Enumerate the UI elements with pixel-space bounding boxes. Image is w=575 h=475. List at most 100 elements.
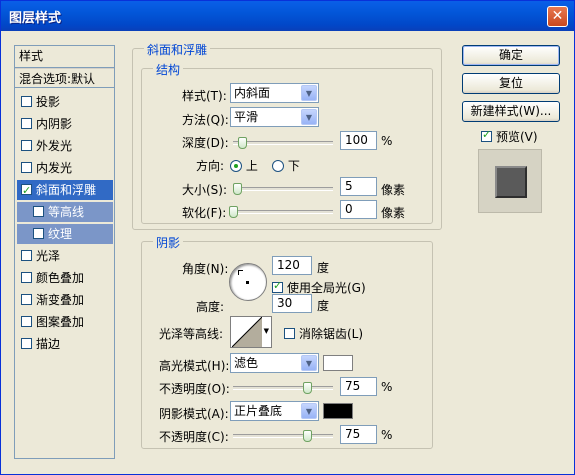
- style-item-bevel-emboss[interactable]: 斜面和浮雕: [17, 180, 113, 201]
- style-item-label: 外发光: [36, 139, 73, 153]
- checkbox[interactable]: [21, 294, 32, 305]
- crosshair-icon: [238, 270, 243, 275]
- slider-thumb[interactable]: [238, 137, 247, 149]
- style-item-label: 内阴影: [36, 117, 73, 131]
- checkbox[interactable]: [284, 328, 295, 339]
- soften-label: 软化(F):: [182, 206, 227, 220]
- size-slider[interactable]: [233, 183, 333, 195]
- checkbox[interactable]: [21, 96, 32, 107]
- blending-options-item[interactable]: 混合选项:默认: [15, 68, 114, 88]
- title-bar[interactable]: 图层样式 ✕: [1, 1, 574, 31]
- style-item-label: 内发光: [36, 161, 73, 175]
- checkbox[interactable]: [272, 279, 283, 293]
- angle-input[interactable]: 120: [272, 256, 312, 275]
- checkbox-label: 预览(V): [496, 130, 538, 144]
- ok-button[interactable]: 确定: [462, 45, 560, 66]
- chevron-down-icon[interactable]: ▼: [264, 327, 269, 335]
- checkbox-label: 消除锯齿(L): [299, 327, 364, 341]
- direction-up-radio[interactable]: 上: [230, 157, 258, 174]
- reset-button[interactable]: 复位: [462, 73, 560, 94]
- anti-aliased-checkbox[interactable]: 消除锯齿(L): [284, 325, 363, 342]
- chevron-down-icon[interactable]: ▼: [301, 85, 317, 101]
- slider-thumb[interactable]: [229, 206, 238, 218]
- style-item-satin[interactable]: 光泽: [17, 246, 113, 266]
- checkbox[interactable]: [21, 181, 32, 201]
- style-item-outer-glow[interactable]: 外发光: [17, 136, 113, 156]
- highlight-opacity-slider[interactable]: [233, 382, 333, 394]
- depth-slider[interactable]: [233, 137, 333, 149]
- checkbox[interactable]: [21, 140, 32, 151]
- close-button[interactable]: ✕: [547, 6, 568, 27]
- style-list-header[interactable]: 样式: [15, 46, 114, 68]
- radio-dot[interactable]: [230, 160, 242, 172]
- select-value: 平滑: [234, 110, 259, 124]
- depth-unit: %: [381, 134, 393, 148]
- style-item-label: 渐变叠加: [36, 293, 85, 307]
- shadow-opacity-slider[interactable]: [233, 430, 333, 442]
- style-item-label: 纹理: [48, 227, 73, 241]
- altitude-input[interactable]: 30: [272, 294, 312, 313]
- style-item-gradient-overlay[interactable]: 渐变叠加: [17, 290, 113, 310]
- slider-thumb[interactable]: [233, 183, 242, 195]
- angle-unit: 度: [317, 261, 330, 275]
- shadow-mode-select[interactable]: 正片叠底 ▼: [230, 401, 319, 421]
- style-item-label: 等高线: [48, 205, 85, 219]
- bevel-group-title: 斜面和浮雕: [144, 41, 211, 58]
- soften-slider[interactable]: [229, 206, 333, 218]
- checkbox[interactable]: [33, 206, 44, 217]
- chevron-down-icon[interactable]: ▼: [301, 403, 317, 419]
- checkbox[interactable]: [21, 118, 32, 129]
- shadow-color-swatch[interactable]: [323, 403, 353, 419]
- gloss-contour-label: 光泽等高线:: [159, 327, 224, 341]
- highlight-mode-select[interactable]: 滤色 ▼: [230, 353, 319, 373]
- checkbox[interactable]: [481, 128, 492, 142]
- checkbox[interactable]: [21, 272, 32, 283]
- style-item-contour[interactable]: 等高线: [17, 202, 113, 222]
- shadow-opacity-unit: %: [381, 428, 393, 442]
- style-item-pattern-overlay[interactable]: 图案叠加: [17, 312, 113, 332]
- style-item-stroke[interactable]: 描边: [17, 334, 113, 354]
- size-unit: 像素: [381, 183, 406, 197]
- style-item-label: 投影: [36, 95, 61, 109]
- checkbox[interactable]: [21, 338, 32, 349]
- technique-select[interactable]: 平滑 ▼: [230, 107, 319, 127]
- contour-preview-icon: [232, 317, 262, 347]
- bevel-style-select[interactable]: 内斜面 ▼: [230, 83, 319, 103]
- radio-label: 上: [245, 159, 258, 173]
- style-item-label: 光泽: [36, 249, 61, 263]
- radio-dot[interactable]: [272, 160, 284, 172]
- style-item-drop-shadow[interactable]: 投影: [17, 92, 113, 112]
- slider-thumb[interactable]: [303, 382, 312, 394]
- chevron-down-icon[interactable]: ▼: [301, 109, 317, 125]
- direction-label: 方向:: [196, 159, 225, 173]
- style-item-inner-shadow[interactable]: 内阴影: [17, 114, 113, 134]
- chevron-down-icon[interactable]: ▼: [301, 355, 317, 371]
- method-label: 方法(Q):: [182, 113, 229, 127]
- altitude-label: 高度:: [196, 300, 225, 314]
- preview-checkbox[interactable]: 预览(V): [481, 128, 538, 145]
- slider-thumb[interactable]: [303, 430, 312, 442]
- gloss-contour-picker[interactable]: ▼: [230, 316, 272, 348]
- style-item-texture[interactable]: 纹理: [17, 224, 113, 244]
- checkbox[interactable]: [21, 162, 32, 173]
- depth-input[interactable]: 100: [340, 131, 377, 150]
- style-label: 样式(T):: [182, 89, 227, 103]
- soften-input[interactable]: 0: [340, 200, 377, 219]
- checkbox[interactable]: [33, 228, 44, 239]
- new-style-button[interactable]: 新建样式(W)...: [462, 101, 560, 122]
- style-item-inner-glow[interactable]: 内发光: [17, 158, 113, 178]
- size-input[interactable]: 5: [340, 177, 377, 196]
- window-title: 图层样式: [9, 11, 62, 26]
- highlight-color-swatch[interactable]: [323, 355, 353, 371]
- direction-down-radio[interactable]: 下: [272, 157, 300, 174]
- select-value: 滤色: [234, 356, 259, 370]
- checkbox[interactable]: [21, 316, 32, 327]
- depth-label: 深度(D):: [182, 136, 229, 150]
- checkbox[interactable]: [21, 250, 32, 261]
- highlight-opacity-input[interactable]: 75: [340, 377, 377, 396]
- angle-dial[interactable]: [229, 263, 267, 301]
- style-item-color-overlay[interactable]: 颜色叠加: [17, 268, 113, 288]
- checkbox-label: 使用全局光(G): [287, 281, 366, 295]
- shadow-opacity-input[interactable]: 75: [340, 425, 377, 444]
- layer-style-dialog: 图层样式 ✕ 样式 混合选项:默认 投影 内阴影 外发光 内发光 斜面和浮雕 等…: [0, 0, 575, 475]
